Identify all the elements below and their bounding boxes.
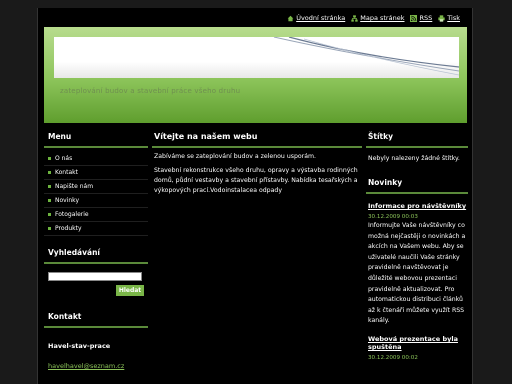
- contact-title: Kontakt: [44, 306, 148, 328]
- menu-item-label: Kontakt: [55, 169, 78, 176]
- search-box: Vyhledávání Hledat: [44, 242, 148, 296]
- menu-list: O nás Kontakt Napište nám Novinky Fotoga…: [44, 152, 148, 236]
- menu-item-label: Novinky: [55, 197, 79, 204]
- menu-item-label: O nás: [55, 155, 73, 162]
- nav-print-label: Tisk: [447, 14, 460, 22]
- menu-item-produkty[interactable]: Produkty: [44, 222, 148, 236]
- bullet-icon: [48, 227, 51, 230]
- nav-rss-link[interactable]: RSS: [410, 12, 432, 24]
- menu-item-fotogalerie[interactable]: Fotogalerie: [44, 208, 148, 222]
- menu-item-novinky[interactable]: Novinky: [44, 194, 148, 208]
- menu-box: Menu O nás Kontakt Napište nám Novinky F…: [44, 126, 148, 236]
- news-box: Novinky Informace pro návštěvníky 30.12.…: [366, 172, 468, 361]
- site-tagline: zateplování budov a stavební práce všeho…: [60, 87, 241, 95]
- nav-home-link[interactable]: Úvodní stránka: [287, 12, 345, 24]
- search-input[interactable]: [48, 272, 142, 281]
- tags-empty-text: Nebyly nalezeny žádné štítky.: [368, 155, 460, 162]
- nav-rss-label: RSS: [419, 14, 433, 22]
- menu-item-kontakt[interactable]: Kontakt: [44, 166, 148, 180]
- page-container: Úvodní stránka Mapa stránek RSS Tisk zat…: [37, 8, 473, 384]
- news-item-text: Informujte Vaše návštěvníky co možná nej…: [368, 222, 466, 325]
- top-navigation: Úvodní stránka Mapa stránek RSS Tisk: [287, 12, 460, 24]
- contact-name: Havel-stav-prace: [48, 342, 111, 350]
- services-paragraph: Stavební rekonstrukce všeho druhu, oprav…: [154, 167, 358, 194]
- home-icon: [287, 15, 294, 22]
- news-item-title-link[interactable]: Informace pro návštěvníky: [366, 194, 468, 210]
- right-sidebar: Štítky Nebyly nalezeny žádné štítky. Nov…: [366, 126, 468, 361]
- contact-email-link[interactable]: havelhavel@seznam.cz: [44, 350, 148, 370]
- bullet-icon: [48, 213, 51, 216]
- page-title: Vítejte na našem webu: [152, 126, 362, 148]
- news-item-date: 30.12.2009 00:03: [368, 214, 418, 220]
- rss-icon: [410, 14, 418, 22]
- news-title: Novinky: [366, 172, 468, 194]
- menu-title: Menu: [44, 126, 148, 148]
- main-content: Vítejte na našem webu Zabíváme se zatepl…: [152, 126, 362, 196]
- search-button[interactable]: Hledat: [116, 285, 144, 296]
- print-icon: [438, 14, 445, 22]
- menu-item-label: Produkty: [55, 225, 82, 232]
- nav-print-link[interactable]: Tisk: [438, 12, 460, 24]
- news-item-title-link[interactable]: Webová prezentace byla spuštěna: [366, 327, 468, 351]
- search-title: Vyhledávání: [44, 242, 148, 264]
- contact-box: Kontakt Havel-stav-prace havelhavel@sezn…: [44, 306, 148, 370]
- sitemap-icon: [351, 14, 358, 22]
- tags-title: Štítky: [366, 126, 468, 148]
- left-sidebar: Menu O nás Kontakt Napište nám Novinky F…: [44, 126, 148, 370]
- bullet-icon: [48, 199, 51, 202]
- nav-sitemap-link[interactable]: Mapa stránek: [351, 12, 404, 24]
- news-item-date: 30.12.2009 00:02: [368, 354, 418, 361]
- menu-item-o-nas[interactable]: O nás: [44, 152, 148, 166]
- menu-item-napiste-nam[interactable]: Napište nám: [44, 180, 148, 194]
- menu-item-label: Fotogalerie: [55, 211, 89, 218]
- bullet-icon: [48, 157, 51, 160]
- bullet-icon: [48, 171, 51, 174]
- nav-sitemap-label: Mapa stránek: [360, 14, 405, 22]
- header-banner-image: [54, 37, 459, 78]
- intro-paragraph: Zabíváme se zateplování budov a zelenou …: [154, 153, 317, 160]
- site-header: zateplování budov a stavební práce všeho…: [44, 27, 467, 123]
- nav-home-label: Úvodní stránka: [296, 14, 346, 22]
- menu-item-label: Napište nám: [55, 183, 94, 190]
- bullet-icon: [48, 185, 51, 188]
- tags-box: Štítky Nebyly nalezeny žádné štítky.: [366, 126, 468, 172]
